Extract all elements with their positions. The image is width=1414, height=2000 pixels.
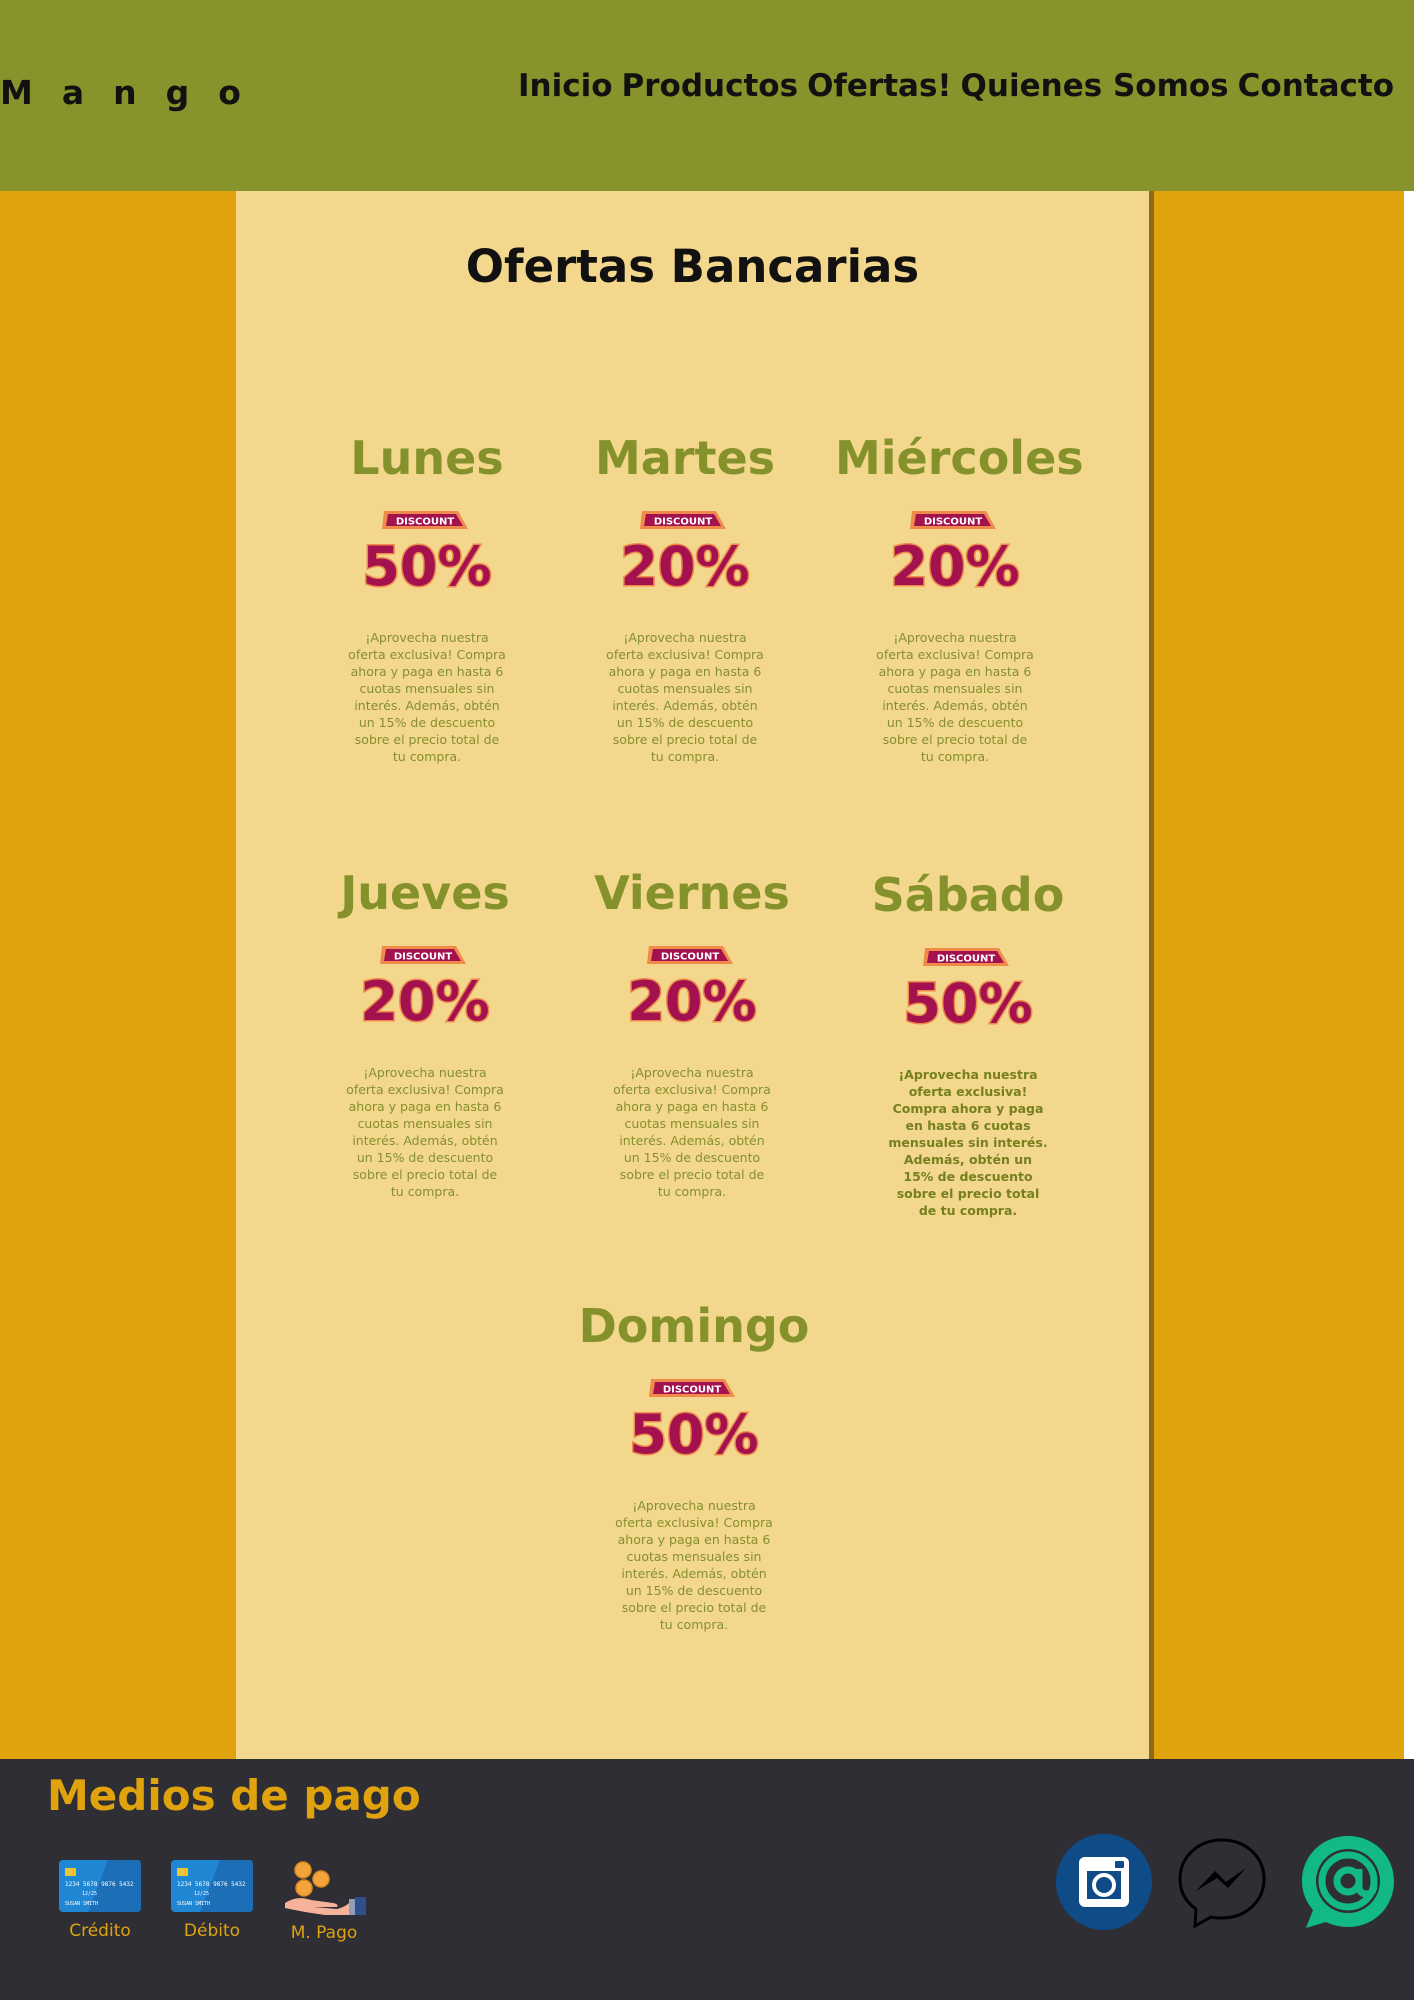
- badge-percent: 50%: [362, 535, 491, 598]
- payment-method-label: Crédito: [69, 1921, 131, 1941]
- day-heading: Domingo: [578, 1299, 810, 1353]
- day-heading: Martes: [594, 431, 776, 485]
- page-edge: [1404, 191, 1414, 1759]
- card-expiry: 12/25: [194, 1891, 209, 1897]
- badge-percent: 20%: [627, 970, 756, 1033]
- badge-label: DISCOUNT: [663, 1384, 722, 1395]
- offer-description: ¡Aprovecha nuestra oferta exclusiva! Com…: [876, 629, 1034, 764]
- left-sidebar: [0, 191, 236, 1759]
- offer-sabado: Sábado DISCOUNT 50% ¡Aprovecha nuestra o…: [848, 869, 1088, 1219]
- email-at-icon[interactable]: [1300, 1834, 1396, 1930]
- day-heading: Jueves: [340, 866, 510, 920]
- credit-card-icon: 1234 5678 9876 5432 12/25 SUSAN SMITH: [59, 1860, 141, 1912]
- offer-jueves: Jueves DISCOUNT 20% ¡Aprovecha nuestra o…: [305, 867, 545, 1200]
- main-nav: Inicio Productos Ofertas! Quienes Somos …: [518, 68, 1394, 104]
- nav-link-contacto[interactable]: Contacto: [1238, 68, 1394, 104]
- payment-method-label: Débito: [183, 1921, 241, 1941]
- offer-description: ¡Aprovecha nuestra oferta exclusiva! Com…: [888, 1066, 1048, 1218]
- offer-lunes: Lunes DISCOUNT 50% ¡Aprovecha nuestra of…: [307, 432, 547, 765]
- card-number: 1234 5678 9876 5432: [65, 1881, 134, 1888]
- messenger-icon[interactable]: [1174, 1834, 1270, 1930]
- instagram-icon[interactable]: [1056, 1834, 1152, 1930]
- offer-viernes: Viernes DISCOUNT 20% ¡Aprovecha nuestra …: [572, 867, 812, 1200]
- coins-hand-icon: [285, 1861, 366, 1915]
- discount-badge-icon: DISCOUNT 50%: [362, 510, 492, 599]
- card-expiry: 12/25: [82, 1891, 97, 1897]
- offer-description: ¡Aprovecha nuestra oferta exclusiva! Com…: [606, 629, 764, 764]
- discount-badge-icon: DISCOUNT 20%: [620, 510, 750, 599]
- badge-percent: 20%: [890, 535, 1019, 598]
- offer-description: ¡Aprovecha nuestra oferta exclusiva! Com…: [346, 1064, 504, 1199]
- badge-label: DISCOUNT: [937, 953, 996, 964]
- nav-link-productos[interactable]: Productos: [622, 68, 799, 104]
- discount-badge-icon: DISCOUNT 50%: [903, 947, 1033, 1036]
- offer-description: ¡Aprovecha nuestra oferta exclusiva! Com…: [348, 629, 506, 764]
- day-heading: Miércoles: [835, 431, 1084, 485]
- offer-miercoles: Miércoles DISCOUNT 20% ¡Aprovecha nuestr…: [835, 431, 1084, 765]
- discount-badge-icon: DISCOUNT 50%: [629, 1378, 759, 1467]
- discount-badge-icon: DISCOUNT 20%: [890, 510, 1020, 599]
- badge-label: DISCOUNT: [396, 516, 455, 527]
- brand-logo[interactable]: Mango: [0, 73, 270, 112]
- page-title: Ofertas Bancarias: [465, 240, 920, 293]
- payment-method-credito[interactable]: 1234 5678 9876 5432 12/25 SUSAN SMITH Cr…: [55, 1859, 145, 1941]
- offer-description: ¡Aprovecha nuestra oferta exclusiva! Com…: [615, 1497, 773, 1632]
- debit-card-icon: 1234 5678 9876 5432 12/25 SUSAN SMITH: [171, 1860, 253, 1912]
- site-header: Mango Inicio Productos Ofertas! Quienes …: [0, 0, 1414, 191]
- badge-percent: 20%: [620, 535, 749, 598]
- card-number: 1234 5678 9876 5432: [177, 1881, 246, 1888]
- right-sidebar: [1154, 191, 1404, 1759]
- nav-link-quienes-somos[interactable]: Quienes Somos: [961, 68, 1229, 104]
- discount-badge-icon: DISCOUNT 20%: [627, 945, 757, 1034]
- badge-percent: 50%: [629, 1403, 758, 1466]
- day-heading: Lunes: [350, 431, 504, 485]
- badge-label: DISCOUNT: [661, 951, 720, 962]
- nav-link-inicio[interactable]: Inicio: [518, 68, 613, 104]
- day-heading: Sábado: [871, 868, 1065, 922]
- badge-label: DISCOUNT: [654, 516, 713, 527]
- offer-description: ¡Aprovecha nuestra oferta exclusiva! Com…: [613, 1064, 771, 1199]
- offer-domingo: Domingo DISCOUNT 50% ¡Aprovecha nuestra …: [574, 1300, 814, 1633]
- nav-link-ofertas[interactable]: Ofertas!: [807, 68, 951, 104]
- card-holder: SUSAN SMITH: [65, 1901, 98, 1907]
- card-holder: SUSAN SMITH: [177, 1901, 210, 1907]
- discount-badge-icon: DISCOUNT 20%: [360, 945, 490, 1034]
- badge-percent: 20%: [360, 970, 489, 1033]
- site-footer: Medios de pago 1234 5678 9876 5432 12/25…: [0, 1759, 1414, 2000]
- badge-label: DISCOUNT: [394, 951, 453, 962]
- day-heading: Viernes: [594, 866, 790, 920]
- badge-percent: 50%: [903, 972, 1032, 1035]
- payment-methods-title: Medios de pago: [47, 1771, 421, 1820]
- offer-martes: Martes DISCOUNT 20% ¡Aprovecha nuestra o…: [565, 432, 805, 765]
- payment-method-label: M. Pago: [290, 1923, 358, 1943]
- payment-method-mpago[interactable]: M. Pago: [279, 1859, 369, 1943]
- badge-label: DISCOUNT: [924, 516, 983, 527]
- payment-method-debito[interactable]: 1234 5678 9876 5432 12/25 SUSAN SMITH Dé…: [167, 1859, 257, 1941]
